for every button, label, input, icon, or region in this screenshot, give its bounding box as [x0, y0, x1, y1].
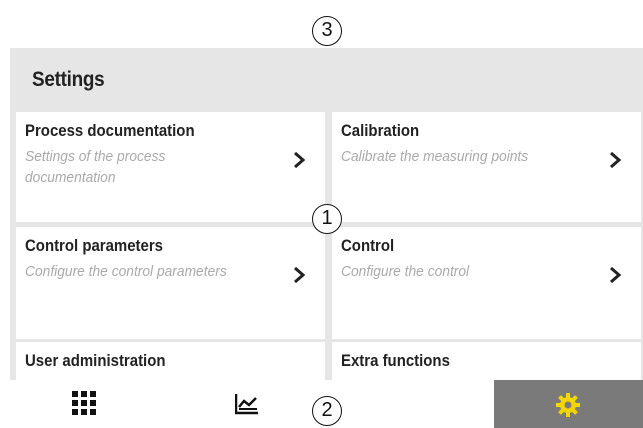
nav-settings[interactable]	[494, 380, 643, 428]
tile-title: Control parameters	[25, 236, 164, 255]
tile-user-administration[interactable]: User administration	[16, 342, 325, 380]
tile-title: Calibration	[341, 121, 420, 140]
callout-2: 2	[312, 396, 342, 426]
tile-description: Calibrate the measuring points	[341, 148, 529, 165]
tile-title: User administration	[25, 351, 166, 370]
tile-calibration[interactable]: Calibration Calibrate the measuring poin…	[332, 112, 641, 222]
tile-description: Settings of the process documentation	[25, 148, 166, 186]
nav-apps[interactable]	[10, 380, 170, 428]
chevron-right-icon	[610, 266, 622, 284]
tile-description: Configure the control	[341, 263, 470, 280]
tile-title: Control	[341, 236, 395, 255]
tile-extra-functions[interactable]: Extra functions	[332, 342, 641, 380]
callout-1: 1	[312, 204, 342, 234]
chevron-right-icon	[294, 266, 306, 284]
tile-title: Extra functions	[341, 351, 450, 370]
tile-control-parameters[interactable]: Control parameters Configure the control…	[16, 227, 325, 339]
chart-icon	[235, 394, 258, 415]
gear-icon	[556, 393, 580, 417]
grid-menu-icon	[72, 391, 96, 415]
tile-description: Configure the control parameters	[25, 263, 227, 280]
tile-title: Process documentation	[25, 121, 195, 140]
chevron-right-icon	[294, 151, 306, 169]
nav-chart[interactable]	[170, 380, 330, 428]
tile-control[interactable]: Control Configure the control	[332, 227, 641, 339]
page-title: Settings	[32, 68, 105, 91]
tile-process-documentation[interactable]: Process documentation Settings of the pr…	[16, 112, 325, 222]
callout-3: 3	[312, 16, 342, 46]
chevron-right-icon	[610, 151, 622, 169]
